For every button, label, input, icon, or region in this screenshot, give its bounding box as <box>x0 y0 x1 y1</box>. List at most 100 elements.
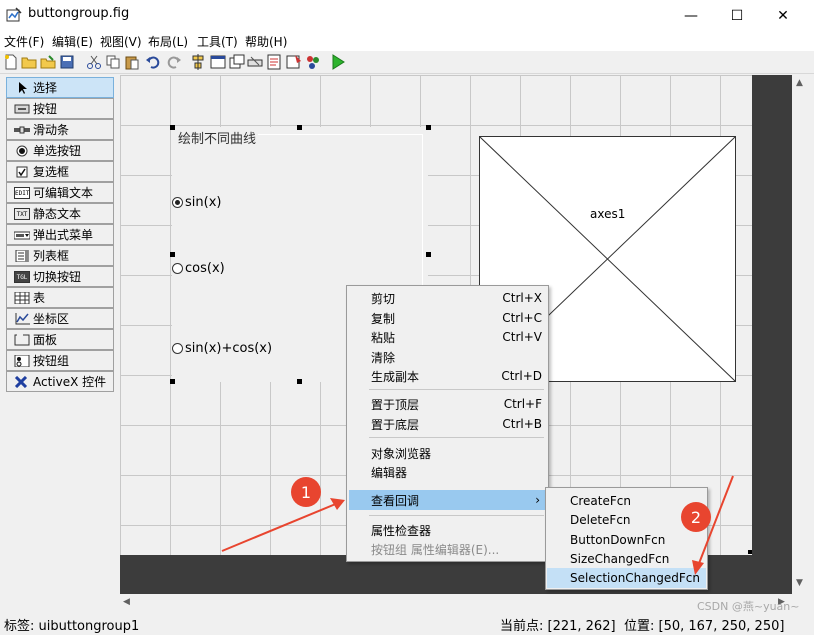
palette-item-radio[interactable]: 单选按钮 <box>6 140 114 161</box>
cut-icon[interactable] <box>86 54 102 70</box>
scroll-left-icon[interactable]: ◀ <box>123 597 130 607</box>
menu-item-property-inspector[interactable]: 属性检查器 <box>347 520 548 540</box>
palette-item-toggle[interactable]: TGL 切换按钮 <box>6 266 114 287</box>
submenu-item-buttondownfcn[interactable]: ButtonDownFcn <box>546 530 707 550</box>
toggle-icon: TGL <box>14 270 30 283</box>
palette-item-activex[interactable]: ActiveX 控件 <box>6 371 114 392</box>
menu-item-label: SelectionChangedFcn <box>570 571 700 585</box>
menu-help[interactable]: 帮助(H) <box>245 33 287 50</box>
menu-edit[interactable]: 编辑(E) <box>52 33 93 50</box>
panel-icon <box>14 333 30 346</box>
palette-item-pushbutton[interactable]: 按钮 <box>6 98 114 119</box>
open-icon[interactable] <box>40 54 56 70</box>
menu-item-bring-to-front[interactable]: 置于顶层 Ctrl+F <box>347 394 548 414</box>
selection-handle[interactable] <box>426 125 431 130</box>
annotation-badge-1: 1 <box>291 477 321 507</box>
menu-view[interactable]: 视图(V) <box>100 33 142 50</box>
selection-handle[interactable] <box>170 252 175 257</box>
menu-item-clear[interactable]: 清除 <box>347 347 548 367</box>
radio-cos[interactable]: cos(x) <box>172 261 225 276</box>
editor-icon[interactable] <box>266 54 282 70</box>
radio-label: sin(x)+cos(x) <box>185 341 273 356</box>
selection-handle[interactable] <box>426 252 431 257</box>
palette-item-checkbox[interactable]: 复选框 <box>6 161 114 182</box>
watermark: CSDN @燕~yuan~ <box>697 600 800 613</box>
copy-icon[interactable] <box>105 54 121 70</box>
menu-layout[interactable]: 布局(L) <box>148 33 188 50</box>
palette-label: 按钮 <box>33 102 58 116</box>
menu-item-copy[interactable]: 复制 Ctrl+C <box>347 308 548 328</box>
palette-label: 坐标区 <box>33 312 70 326</box>
palette-item-select[interactable]: 选择 <box>6 77 114 98</box>
menu-item-label: ButtonDownFcn <box>570 533 666 547</box>
submenu-item-sizechangedfcn[interactable]: SizeChangedFcn <box>546 549 707 569</box>
menu-item-object-browser[interactable]: 对象浏览器 <box>347 443 548 463</box>
open-folder-icon[interactable] <box>21 54 37 70</box>
menu-item-shortcut: Ctrl+V <box>502 330 542 344</box>
menu-item-editor[interactable]: 编辑器 <box>347 462 548 482</box>
palette-item-axes[interactable]: 坐标区 <box>6 308 114 329</box>
scroll-down-icon[interactable]: ▼ <box>796 578 803 588</box>
paste-icon[interactable] <box>124 54 140 70</box>
radio-unselected-icon <box>172 343 183 354</box>
palette-item-table[interactable]: 表 <box>6 287 114 308</box>
new-file-icon[interactable] <box>3 54 19 70</box>
scroll-up-icon[interactable]: ▲ <box>796 78 803 88</box>
run-icon[interactable] <box>330 54 346 70</box>
menu-bar: 文件(F) 编辑(E) 视图(V) 布局(L) 工具(T) 帮助(H) <box>0 31 814 51</box>
menu-item-paste[interactable]: 粘贴 Ctrl+V <box>347 327 548 347</box>
menu-tools[interactable]: 工具(T) <box>197 33 238 50</box>
menu-item-label: 粘贴 <box>371 330 396 345</box>
menu-item-label: SizeChangedFcn <box>570 552 670 566</box>
figure-border-right <box>752 75 792 555</box>
palette-label: 按钮组 <box>33 354 70 368</box>
maximize-button[interactable]: ☐ <box>714 0 760 31</box>
window-title: buttongroup.fig <box>28 6 130 21</box>
palette-label: 弹出式菜单 <box>33 228 94 242</box>
menu-item-label: DeleteFcn <box>570 513 631 527</box>
redo-icon[interactable] <box>166 54 182 70</box>
selection-handle[interactable] <box>297 125 302 130</box>
menu-item-duplicate[interactable]: 生成副本 Ctrl+D <box>347 366 548 386</box>
menu-item-label: 对象浏览器 <box>371 446 432 461</box>
close-button[interactable]: ✕ <box>760 0 806 31</box>
minimize-button[interactable]: — <box>668 0 714 31</box>
menu-item-send-to-back[interactable]: 置于底层 Ctrl+B <box>347 414 548 434</box>
radio-sin[interactable]: sin(x) <box>172 195 221 210</box>
object-browser-icon[interactable] <box>305 54 321 70</box>
horizontal-scrollbar[interactable]: ◀ ▶ <box>120 594 792 611</box>
palette-item-slider[interactable]: 滑动条 <box>6 119 114 140</box>
resize-handle[interactable] <box>748 550 752 554</box>
toolbar-editor-icon[interactable] <box>247 54 263 70</box>
selection-handle[interactable] <box>170 125 175 130</box>
menu-item-shortcut: Ctrl+C <box>502 311 542 325</box>
property-inspector-icon[interactable] <box>286 54 302 70</box>
tab-order-icon[interactable] <box>229 54 245 70</box>
activex-icon <box>14 375 30 388</box>
palette-item-button-group[interactable]: 按钮组 <box>6 350 114 371</box>
menu-item-shortcut: Ctrl+F <box>503 397 542 411</box>
palette-item-listbox[interactable]: 列表框 <box>6 245 114 266</box>
palette-item-static-text[interactable]: TXT 静态文本 <box>6 203 114 224</box>
save-icon[interactable] <box>59 54 75 70</box>
menu-item-label: 按钮组 属性编辑器(E)... <box>371 542 500 557</box>
palette-item-panel[interactable]: 面板 <box>6 329 114 350</box>
palette-label: 切换按钮 <box>33 270 82 284</box>
pushbutton-icon <box>14 103 30 115</box>
selection-handle[interactable] <box>297 379 302 384</box>
selection-handle[interactable] <box>170 379 175 384</box>
palette-item-popup-menu[interactable]: 弹出式菜单 <box>6 224 114 245</box>
menu-file[interactable]: 文件(F) <box>4 33 44 50</box>
undo-icon[interactable] <box>145 54 161 70</box>
menu-item-cut[interactable]: 剪切 Ctrl+X <box>347 288 548 308</box>
align-icon[interactable] <box>190 54 206 70</box>
menu-item-view-callbacks[interactable]: 查看回调 › <box>349 490 546 510</box>
radio-label: cos(x) <box>185 261 225 276</box>
palette-label: 表 <box>33 291 46 305</box>
menu-editor-icon[interactable] <box>210 54 226 70</box>
submenu-item-selectionchangedfcn[interactable]: SelectionChangedFcn <box>547 568 706 588</box>
vertical-scrollbar[interactable]: ▲ ▼ <box>792 75 809 594</box>
palette-item-edit-text[interactable]: EDIT 可编辑文本 <box>6 182 114 203</box>
radio-sin-plus-cos[interactable]: sin(x)+cos(x) <box>172 341 272 356</box>
palette-label: 选择 <box>33 81 58 95</box>
